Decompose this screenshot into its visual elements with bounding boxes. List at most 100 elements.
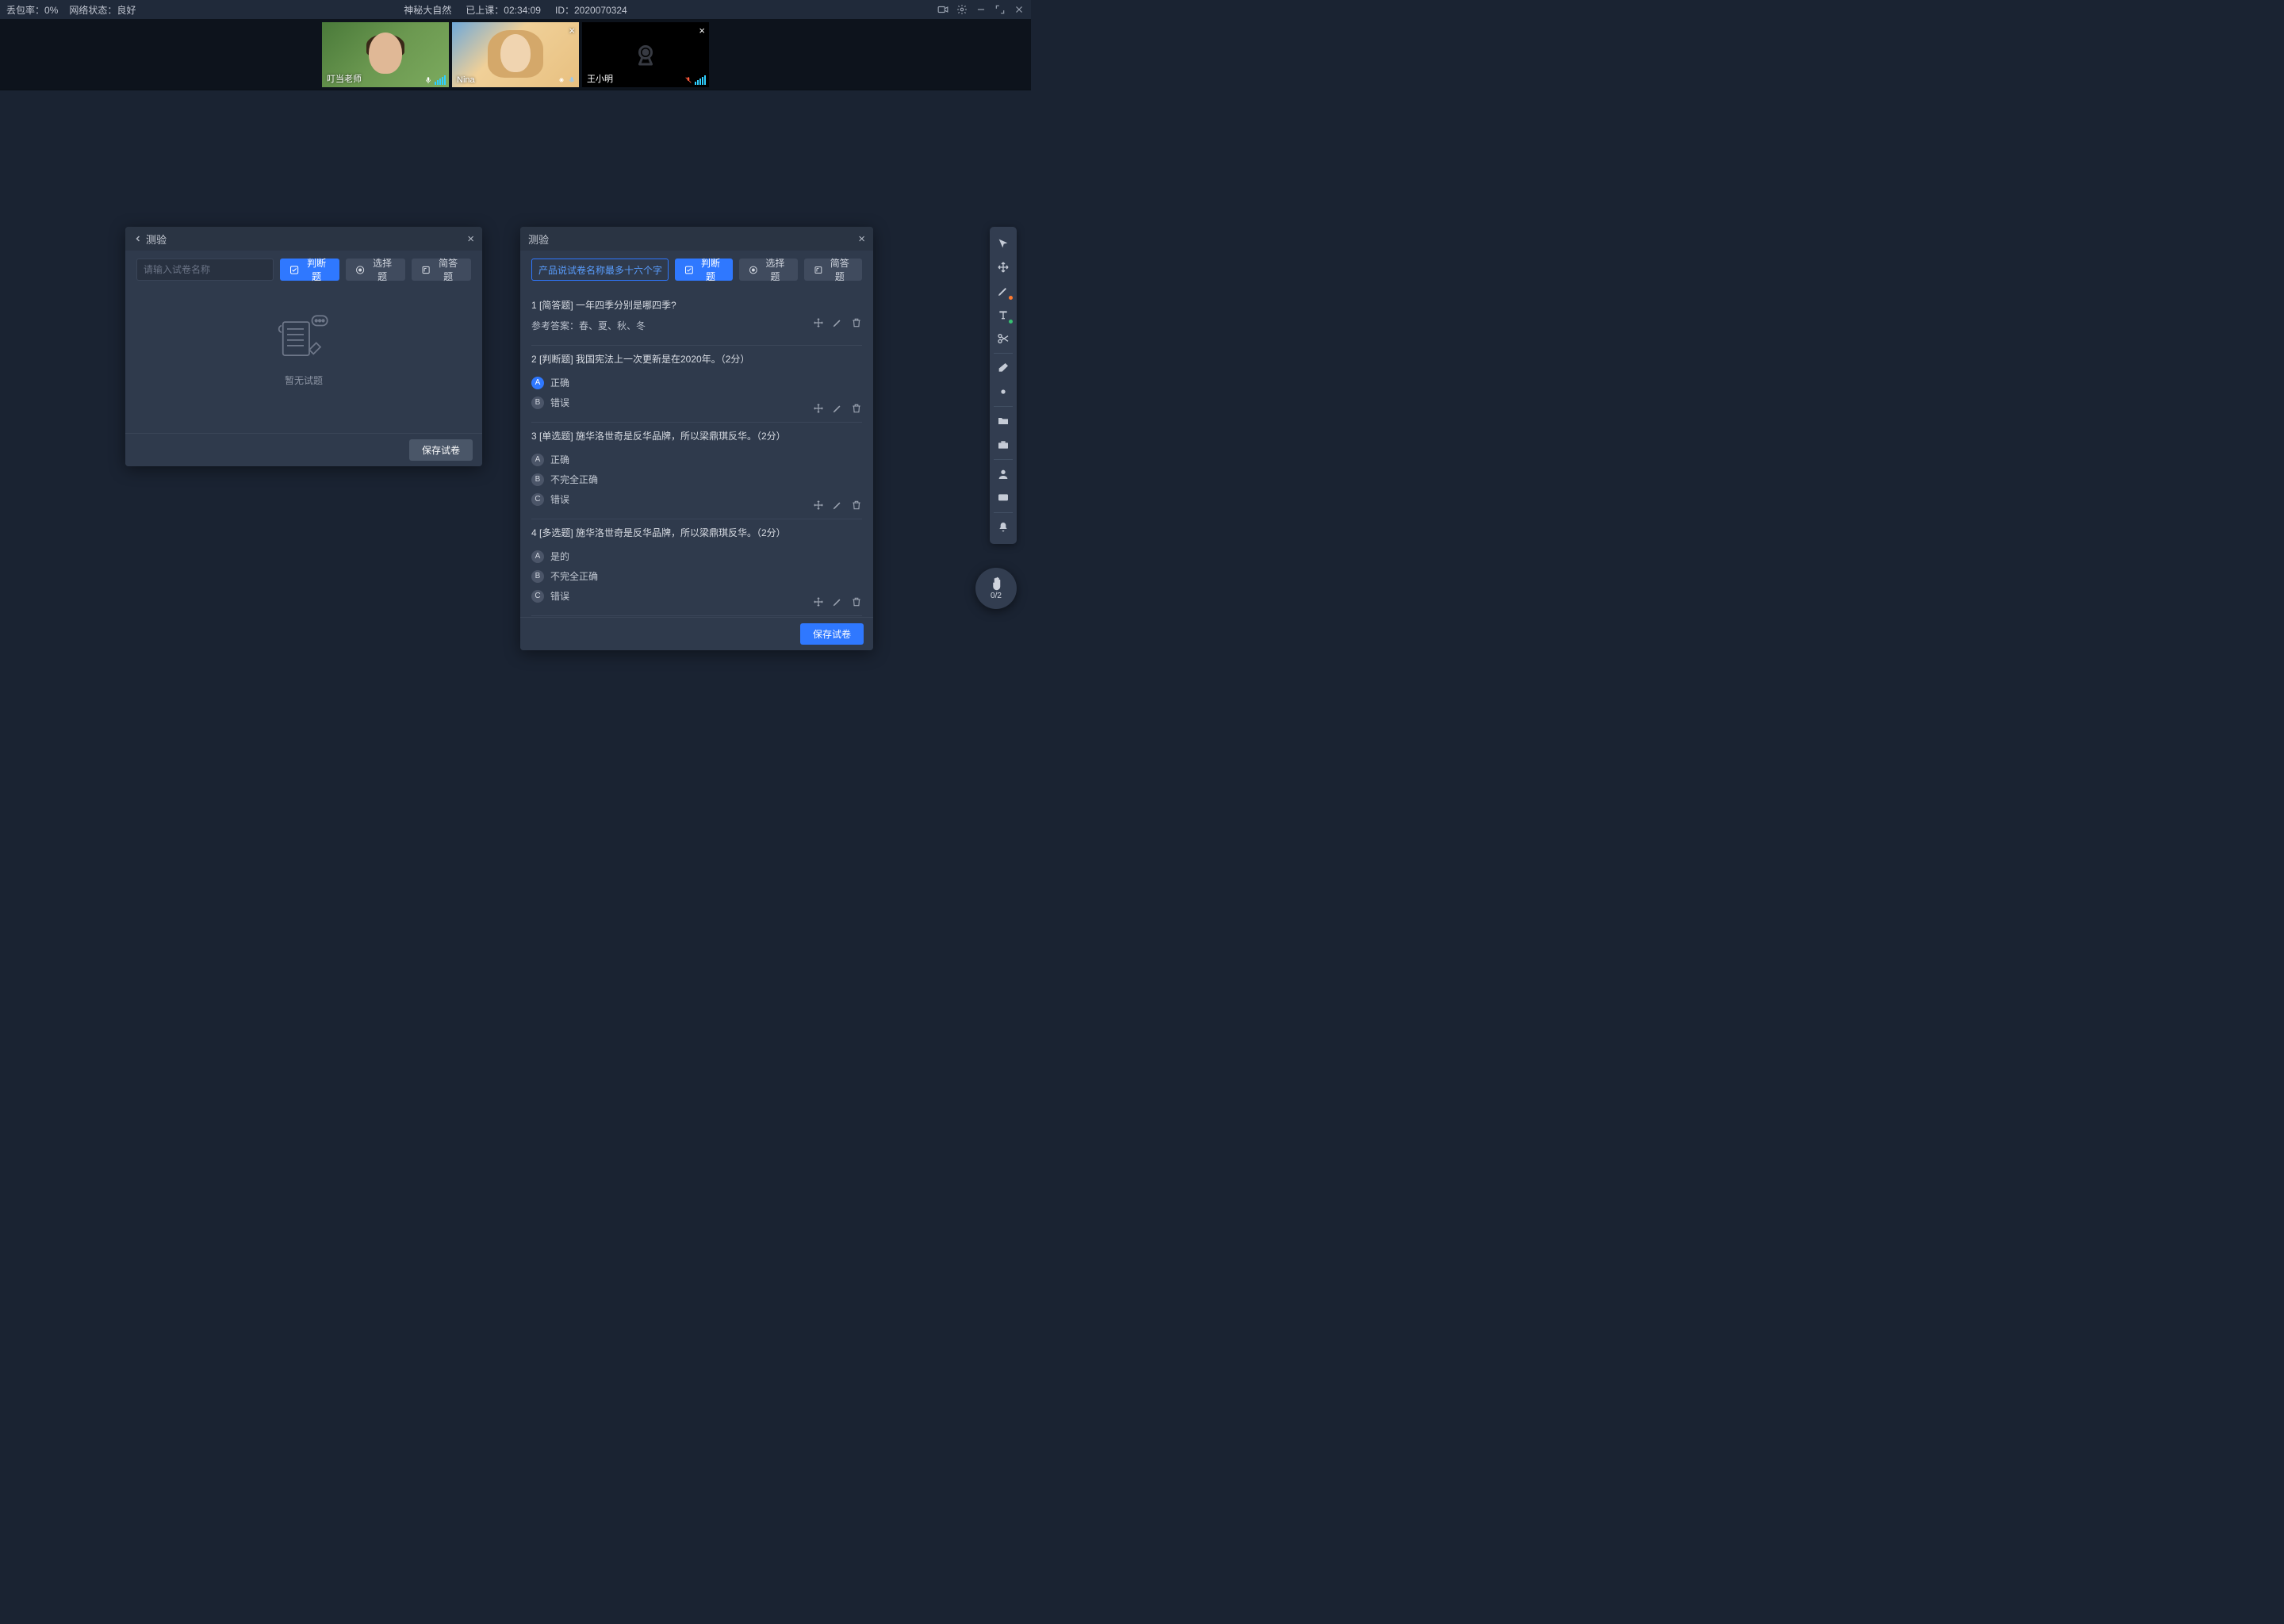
eraser-tool-icon[interactable] xyxy=(992,357,1014,379)
course-title-text: 神秘大自然 xyxy=(404,3,451,17)
edit-icon[interactable] xyxy=(832,403,843,414)
back-icon[interactable] xyxy=(133,234,143,243)
question-title: 4 [多选题] 施华洛世奇是反华品牌，所以梁鼎琪反华。（2分） xyxy=(531,526,862,540)
users-tool-icon[interactable] xyxy=(992,463,1014,485)
close-icon[interactable]: × xyxy=(858,232,865,246)
add-choice-button[interactable]: 选择题 xyxy=(346,259,405,281)
loss-rate-text: 丢包率：0% xyxy=(6,3,58,17)
option-text: 是的 xyxy=(550,550,569,563)
add-truefalse-button[interactable]: 判断题 xyxy=(675,259,733,281)
network-status-text: 网络状态：良好 xyxy=(69,3,136,17)
btn-label: 简答题 xyxy=(435,256,462,283)
panel-header: 测验 × xyxy=(125,227,482,251)
add-choice-button[interactable]: 选择题 xyxy=(739,259,797,281)
camera-off-icon xyxy=(631,40,660,69)
video-status-icons xyxy=(424,75,446,85)
brightness-tool-icon[interactable] xyxy=(992,381,1014,403)
delete-icon[interactable] xyxy=(851,317,862,328)
question-option[interactable]: A 正确 xyxy=(531,450,862,469)
elapsed-time-text: 已上课：02:34:09 xyxy=(466,3,541,17)
video-tile-student-nina[interactable]: × Nina xyxy=(452,22,579,87)
handraise-badge[interactable]: 0/2 xyxy=(975,568,1017,609)
edit-icon[interactable] xyxy=(832,500,843,511)
video-tile-teacher[interactable]: 叮当老师 xyxy=(322,22,449,87)
maximize-icon[interactable] xyxy=(994,4,1006,15)
option-text: 不完全正确 xyxy=(550,569,598,583)
option-text: 正确 xyxy=(550,453,569,466)
toolbox-tool-icon[interactable] xyxy=(992,434,1014,456)
panel-toolbar: 判断题 选择题 简答题 xyxy=(125,251,482,289)
video-status-icons xyxy=(684,75,706,85)
text-tool-icon[interactable] xyxy=(992,304,1014,326)
empty-state: 暂无试题 xyxy=(125,289,482,433)
option-letter-badge: B xyxy=(531,570,544,583)
chat-tool-icon[interactable] xyxy=(992,487,1014,509)
settings-icon[interactable] xyxy=(956,4,968,15)
bell-tool-icon[interactable] xyxy=(992,516,1014,538)
question-actions xyxy=(813,596,862,607)
video-close-icon[interactable]: × xyxy=(699,25,705,36)
save-quiz-button[interactable]: 保存试卷 xyxy=(800,623,864,645)
save-quiz-button[interactable]: 保存试卷 xyxy=(409,439,473,461)
quiz-name-input[interactable] xyxy=(136,259,274,281)
move-icon[interactable] xyxy=(813,500,824,511)
delete-icon[interactable] xyxy=(851,403,862,414)
option-text: 错误 xyxy=(550,589,569,603)
edit-icon[interactable] xyxy=(832,317,843,328)
question-option[interactable]: B不完全正确 xyxy=(531,469,862,489)
move-tool-icon[interactable] xyxy=(992,256,1014,278)
question-item: 4 [多选题] 施华洛世奇是反华品牌，所以梁鼎琪反华。（2分） A是的 B 不完全正确… xyxy=(531,519,862,616)
quiz-panel-empty: 测验 × 判断题 选择题 简答题 暂无试题 保存试卷 xyxy=(125,227,482,466)
btn-label: 判断题 xyxy=(303,256,330,283)
question-actions xyxy=(813,403,862,414)
question-title: 1 [简答题] 一年四季分别是哪四季? xyxy=(531,298,862,312)
close-window-icon[interactable] xyxy=(1014,4,1025,15)
questions-list[interactable]: 1 [简答题] 一年四季分别是哪四季?参考答案：春、夏、秋、冬2 [判断题] 我… xyxy=(520,289,873,617)
delete-icon[interactable] xyxy=(851,500,862,511)
question-option[interactable]: B 不完全正确 xyxy=(531,566,862,586)
tool-rail xyxy=(990,227,1017,544)
add-shortanswer-button[interactable]: 简答题 xyxy=(412,259,471,281)
quiz-name-input[interactable] xyxy=(531,259,669,281)
panel-toolbar: 判断题 选择题 简答题 xyxy=(520,251,873,289)
btn-label: 简答题 xyxy=(826,256,853,283)
option-letter-badge: A xyxy=(531,454,544,466)
add-shortanswer-button[interactable]: 简答题 xyxy=(804,259,862,281)
add-truefalse-button[interactable]: 判断题 xyxy=(280,259,339,281)
cursor-tool-icon[interactable] xyxy=(992,232,1014,255)
question-option[interactable]: A正确 xyxy=(531,373,862,393)
panel-footer: 保存试卷 xyxy=(125,433,482,466)
move-icon[interactable] xyxy=(813,403,824,414)
panel-header: 测验 × xyxy=(520,227,873,251)
edit-icon[interactable] xyxy=(832,596,843,607)
video-name-label: Nina xyxy=(457,75,475,85)
move-icon[interactable] xyxy=(813,596,824,607)
empty-text: 暂无试题 xyxy=(285,373,323,387)
option-letter-badge: B xyxy=(531,396,544,409)
option-letter-badge: C xyxy=(531,590,544,603)
option-text: 正确 xyxy=(550,376,569,389)
delete-icon[interactable] xyxy=(851,596,862,607)
question-title: 3 [单选题] 施华洛世奇是反华品牌，所以梁鼎琪反华。（2分） xyxy=(531,429,862,443)
pen-tool-icon[interactable] xyxy=(992,280,1014,302)
folder-tool-icon[interactable] xyxy=(992,410,1014,432)
camera-toggle-icon[interactable] xyxy=(937,4,948,15)
scissors-tool-icon[interactable] xyxy=(992,327,1014,350)
question-option[interactable]: A是的 xyxy=(531,546,862,566)
question-item: 3 [单选题] 施华洛世奇是反华品牌，所以梁鼎琪反华。（2分） A 正确 B不完全正确… xyxy=(531,423,862,519)
handraise-count: 0/2 xyxy=(991,592,1002,600)
question-item: 2 [判断题] 我国宪法上一次更新是在2020年。（2分）A正确B错误 xyxy=(531,346,862,423)
video-tile-student-off[interactable]: × 王小明 xyxy=(582,22,709,87)
move-icon[interactable] xyxy=(813,317,824,328)
video-name-label: 王小明 xyxy=(587,72,613,85)
btn-label: 选择题 xyxy=(762,256,788,283)
minimize-icon[interactable] xyxy=(975,4,987,15)
option-letter-badge: B xyxy=(531,473,544,486)
close-icon[interactable]: × xyxy=(467,232,474,246)
question-item: 1 [简答题] 一年四季分别是哪四季?参考答案：春、夏、秋、冬 xyxy=(531,292,862,346)
empty-paper-icon xyxy=(268,312,339,367)
option-text: 错误 xyxy=(550,492,569,506)
question-actions xyxy=(813,317,862,328)
video-close-icon[interactable]: × xyxy=(569,25,575,36)
video-name-label: 叮当老师 xyxy=(327,72,362,85)
